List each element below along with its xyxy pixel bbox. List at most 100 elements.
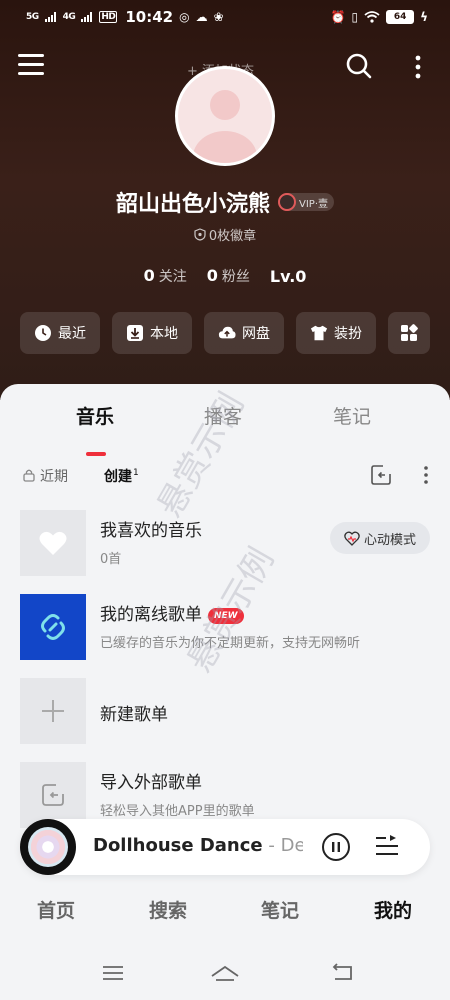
recent-apps-icon[interactable] — [101, 964, 125, 982]
signal-bars-icon — [44, 12, 56, 22]
hd-indicator: HD — [99, 11, 118, 23]
filter-recent[interactable]: 近期 — [40, 466, 68, 486]
more-apps-button[interactable] — [388, 312, 430, 354]
badges-row[interactable]: 0枚徽章 — [0, 224, 450, 244]
nav-notes[interactable]: 笔记 — [261, 896, 299, 923]
vip-badge[interactable]: VIP·壹 — [278, 193, 334, 211]
more-vertical-icon[interactable] — [420, 464, 432, 486]
playlist-item-liked[interactable]: 我喜欢的音乐 0首 心动模式 — [20, 510, 430, 576]
song-artist: Deep — [280, 835, 303, 856]
followers-label: 粉丝 — [221, 269, 250, 285]
download-box-icon — [127, 325, 143, 341]
dress-up-label: 装扮 — [334, 326, 362, 342]
system-nav-bar — [0, 960, 450, 988]
cloud-disk-label: 网盘 — [242, 326, 270, 342]
vibrate-icon: ▯ — [351, 10, 359, 24]
liked-cover — [20, 510, 86, 576]
signal-5g: 5G — [26, 12, 39, 22]
following-stat[interactable]: 0 关注 — [144, 266, 187, 286]
tshirt-icon — [310, 325, 328, 341]
import-playlist-icon[interactable] — [370, 464, 392, 486]
stats-row: 0 关注 0 粉丝 Lv.0 — [0, 264, 450, 288]
nickname-row: 韶山出色小浣熊 VIP·壹 — [0, 186, 450, 218]
badges-count: 0枚徽章 — [208, 228, 257, 244]
heartbeat-icon — [344, 531, 360, 546]
recent-button[interactable]: 最近 — [20, 312, 100, 354]
menu-icon[interactable] — [18, 54, 44, 80]
tab-podcast[interactable]: 播客 — [204, 402, 242, 429]
create-cover — [20, 678, 86, 744]
level-label[interactable]: Lv.0 — [270, 267, 307, 286]
created-count: 1 — [133, 468, 139, 479]
following-count: 0 — [143, 266, 155, 285]
avatar[interactable] — [175, 66, 275, 166]
vinyl-icon — [278, 193, 296, 211]
battery-indicator: 64 — [386, 10, 415, 24]
following-label: 关注 — [158, 269, 187, 285]
quick-actions: 最近 本地 网盘 装扮 — [20, 312, 430, 354]
offline-cover — [20, 594, 86, 660]
playlist-icon[interactable] — [374, 833, 400, 859]
playlist-title-text: 我的离线歌单 — [100, 605, 202, 625]
status-bar: 5G 4G HD 10:42 ◎ ☁ ❀ ⏰ ▯ 64 ϟ — [0, 0, 450, 34]
heartbeat-mode-button[interactable]: 心动模式 — [330, 522, 430, 554]
playlist-item-offline[interactable]: 我的离线歌单 NEW 已缓存的音乐为你不定期更新，支持无网畅听 — [20, 594, 430, 660]
badge-icon — [194, 227, 206, 241]
home-icon[interactable] — [210, 962, 240, 982]
song-separator: - — [262, 835, 281, 856]
nav-search[interactable]: 搜索 — [149, 896, 187, 923]
charging-icon: ϟ — [420, 10, 428, 24]
nav-home[interactable]: 首页 — [37, 896, 75, 923]
search-icon[interactable] — [345, 52, 373, 80]
pause-icon[interactable] — [320, 831, 352, 863]
default-avatar-icon — [193, 90, 257, 163]
plus-icon — [42, 700, 64, 722]
active-tab-indicator — [86, 452, 106, 456]
offline-link-icon — [41, 614, 65, 640]
nickname[interactable]: 韶山出色小浣熊 — [116, 186, 270, 218]
playlist-filter-bar: 近期 创建1 — [0, 464, 450, 488]
more-vertical-icon[interactable] — [408, 52, 428, 82]
playlist-title: 我的离线歌单 NEW — [100, 600, 244, 625]
playlist-subtitle: 0首 — [100, 552, 122, 567]
signal-4g: 4G — [62, 12, 76, 22]
followers-stat[interactable]: 0 粉丝 — [207, 266, 250, 286]
filter-created[interactable]: 创建1 — [104, 466, 139, 486]
recent-label: 最近 — [58, 326, 86, 342]
app-notification-icon: ❀ — [213, 10, 224, 24]
playlist-title: 我喜欢的音乐 — [100, 521, 202, 541]
apps-grid-icon — [401, 324, 418, 341]
album-art[interactable] — [20, 819, 76, 875]
song-title: Dollhouse Dance — [93, 835, 263, 856]
profile-hero: 5G 4G HD 10:42 ◎ ☁ ❀ ⏰ ▯ 64 ϟ + 添加状态 — [0, 0, 450, 400]
back-icon[interactable] — [331, 962, 355, 982]
now-playing[interactable]: Dollhouse Dance - Deep — [93, 835, 303, 856]
library-tabs: 音乐 播客 笔记 — [0, 402, 450, 456]
playlist-subtitle: 轻松导入其他APP里的歌单 — [100, 804, 255, 819]
mini-player[interactable]: Dollhouse Dance - Deep — [20, 819, 430, 875]
vip-label: VIP·壹 — [299, 198, 328, 210]
heartbeat-mode-label: 心动模式 — [363, 532, 416, 548]
app-notification-icon: ◎ — [179, 10, 190, 24]
cloud-upload-icon — [218, 326, 236, 339]
wifi-icon — [364, 11, 380, 23]
new-badge: NEW — [208, 608, 244, 624]
clock-time: 10:42 — [125, 8, 174, 26]
cloud-disk-button[interactable]: 网盘 — [204, 312, 284, 354]
lock-icon — [23, 469, 35, 482]
tab-music[interactable]: 音乐 — [76, 402, 114, 429]
cloud-notification-icon: ☁ — [195, 10, 208, 24]
playlist-title: 新建歌单 — [100, 705, 168, 725]
nav-mine[interactable]: 我的 — [374, 896, 412, 923]
followers-count: 0 — [206, 266, 218, 285]
playlist-subtitle: 已缓存的音乐为你不定期更新，支持无网畅听 — [100, 636, 361, 651]
bottom-nav: 首页 搜索 笔记 我的 — [0, 896, 450, 924]
filter-created-label: 创建 — [104, 469, 132, 485]
tab-notes[interactable]: 笔记 — [333, 402, 371, 429]
dress-up-button[interactable]: 装扮 — [296, 312, 376, 354]
local-button[interactable]: 本地 — [112, 312, 192, 354]
alarm-icon: ⏰ — [330, 10, 346, 24]
create-playlist-item[interactable]: 新建歌单 — [20, 678, 430, 744]
clock-icon — [35, 325, 51, 341]
signal-bars-icon — [81, 12, 93, 22]
